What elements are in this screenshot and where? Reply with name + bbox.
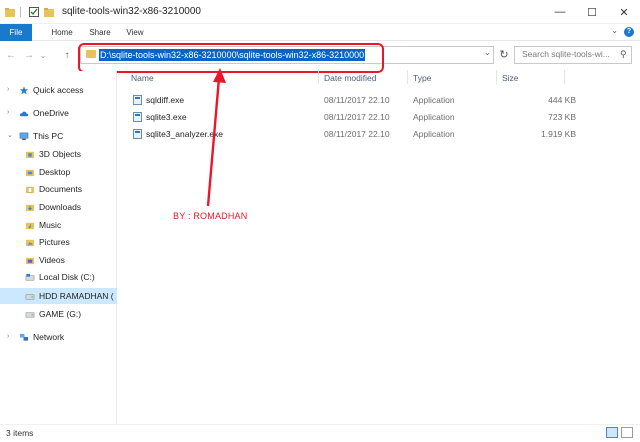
- file-type: Application: [413, 95, 455, 105]
- chevron-down-icon[interactable]: ⌄: [484, 48, 491, 57]
- file-size: 1.919 KB: [541, 129, 576, 139]
- minimize-button[interactable]: —: [544, 0, 576, 24]
- expand-ribbon-icon[interactable]: ⌄: [611, 26, 618, 35]
- red-arrow-annotation: [206, 68, 226, 207]
- new-folder-icon[interactable]: [43, 6, 55, 18]
- sidebar-item-local-disk[interactable]: Local Disk (C:): [0, 269, 117, 285]
- sidebar-item-label: HDD RAMADHAN (: [39, 291, 114, 301]
- file-type: Application: [413, 112, 455, 122]
- sidebar-item-game[interactable]: GAME (G:): [0, 306, 117, 322]
- folder-icon: [25, 186, 35, 194]
- maximize-button[interactable]: ☐: [576, 0, 608, 24]
- sidebar-item-label: GAME (G:): [39, 309, 82, 319]
- folder-icon: [25, 257, 35, 265]
- drive-icon: [25, 273, 35, 281]
- sidebar-item-hdd-ramadhan[interactable]: HDD RAMADHAN (: [0, 288, 117, 304]
- sidebar-item-label: Music: [39, 220, 62, 230]
- recent-locations-button[interactable]: ⌄: [38, 49, 48, 63]
- file-date: 08/11/2017 22.10: [324, 112, 390, 122]
- file-row[interactable]: sqlite3.exe 08/11/2017 22.10 Application…: [126, 109, 576, 126]
- back-button[interactable]: ←: [4, 49, 18, 63]
- column-header-name[interactable]: Name: [131, 73, 154, 83]
- sidebar-item-label: Documents: [39, 184, 82, 194]
- ribbon-tabs: File Home Share View ⌄ ?: [0, 24, 640, 41]
- sidebar-item-label: OneDrive: [33, 108, 69, 118]
- large-icons-view-button[interactable]: [621, 427, 633, 438]
- network-icon: [19, 333, 29, 341]
- title-divider: [20, 7, 21, 17]
- file-type: Application: [413, 129, 455, 139]
- folder-icon: [25, 204, 35, 212]
- sidebar-item-documents[interactable]: Documents: [0, 181, 117, 197]
- drive-icon: [25, 294, 35, 300]
- column-divider[interactable]: [318, 70, 319, 84]
- sidebar-item-label: Desktop: [39, 167, 71, 177]
- status-bar: [0, 424, 640, 442]
- sidebar-item-desktop[interactable]: Desktop: [0, 164, 117, 180]
- sidebar-item-network[interactable]: › Network: [0, 329, 117, 345]
- column-divider[interactable]: [407, 70, 408, 84]
- tab-file[interactable]: File: [0, 24, 32, 41]
- properties-icon[interactable]: [28, 6, 40, 18]
- vertical-scrollbar[interactable]: [626, 71, 640, 424]
- folder-icon: [25, 222, 35, 230]
- file-row[interactable]: sqldiff.exe 08/11/2017 22.10 Application…: [126, 92, 576, 109]
- application-icon: [133, 112, 142, 122]
- file-size: 444 KB: [548, 95, 576, 105]
- refresh-button[interactable]: ↻: [497, 47, 511, 63]
- item-count: 3 items: [6, 428, 34, 438]
- sidebar-item-onedrive[interactable]: › OneDrive: [0, 105, 117, 121]
- up-button[interactable]: ↑: [60, 49, 74, 63]
- sidebar-item-label: Network: [33, 332, 65, 342]
- tab-share[interactable]: Share: [84, 24, 116, 41]
- sidebar-item-label: Videos: [39, 255, 65, 265]
- sidebar-item-music[interactable]: Music: [0, 217, 117, 233]
- author-annotation: BY : ROMADHAN: [173, 211, 248, 221]
- folder-icon: [25, 239, 35, 247]
- column-header-size[interactable]: Size: [502, 73, 519, 83]
- sidebar-item-3d-objects[interactable]: 3D Objects: [0, 146, 117, 162]
- sidebar-item-label: Pictures: [39, 237, 70, 247]
- window-title: sqlite-tools-win32-x86-3210000: [62, 6, 201, 17]
- cloud-icon: [19, 111, 29, 117]
- sidebar-item-label: Quick access: [33, 85, 84, 95]
- sidebar-item-label: Downloads: [39, 202, 82, 212]
- title-bar: sqlite-tools-win32-x86-3210000 — ☐ ✕: [0, 0, 640, 24]
- file-row[interactable]: sqlite3_analyzer.exe 08/11/2017 22.10 Ap…: [126, 126, 576, 143]
- application-icon: [133, 129, 142, 139]
- column-header-type[interactable]: Type: [413, 73, 431, 83]
- drive-icon: [25, 312, 35, 318]
- search-placeholder: Search sqlite-tools-wi...: [522, 49, 610, 59]
- sidebar-item-quick-access[interactable]: › Quick access: [0, 82, 117, 98]
- sidebar-item-label: Local Disk (C:): [39, 272, 95, 282]
- sidebar-item-label: This PC: [33, 131, 64, 141]
- column-header-date[interactable]: Date modified: [324, 73, 376, 83]
- close-button[interactable]: ✕: [608, 0, 640, 24]
- search-icon[interactable]: ⚲: [620, 49, 627, 60]
- forward-button[interactable]: →: [22, 49, 36, 63]
- folder-icon: [25, 169, 35, 177]
- file-size: 723 KB: [548, 112, 576, 122]
- tab-home[interactable]: Home: [44, 24, 80, 41]
- computer-icon: [19, 132, 29, 141]
- tab-view[interactable]: View: [120, 24, 150, 41]
- column-divider[interactable]: [496, 70, 497, 84]
- star-icon: [19, 86, 29, 95]
- file-name: sqldiff.exe: [146, 95, 185, 105]
- help-button[interactable]: ?: [624, 27, 634, 37]
- column-divider[interactable]: [564, 70, 565, 84]
- folder-icon: [25, 151, 35, 159]
- sidebar-item-this-pc[interactable]: ⌄ This PC: [0, 128, 117, 144]
- details-view-button[interactable]: [606, 427, 618, 438]
- sidebar-item-pictures[interactable]: Pictures: [0, 234, 117, 250]
- application-icon: [133, 95, 142, 105]
- sidebar-item-videos[interactable]: Videos: [0, 252, 117, 268]
- sidebar-item-downloads[interactable]: Downloads: [0, 199, 117, 215]
- file-name: sqlite3.exe: [146, 112, 187, 122]
- file-date: 08/11/2017 22.10: [324, 95, 390, 105]
- file-date: 08/11/2017 22.10: [324, 129, 390, 139]
- navigation-pane: › Quick access › OneDrive ⌄ This PC 3D O…: [0, 71, 117, 424]
- sidebar-item-label: 3D Objects: [39, 149, 82, 159]
- folder-icon: [5, 8, 15, 17]
